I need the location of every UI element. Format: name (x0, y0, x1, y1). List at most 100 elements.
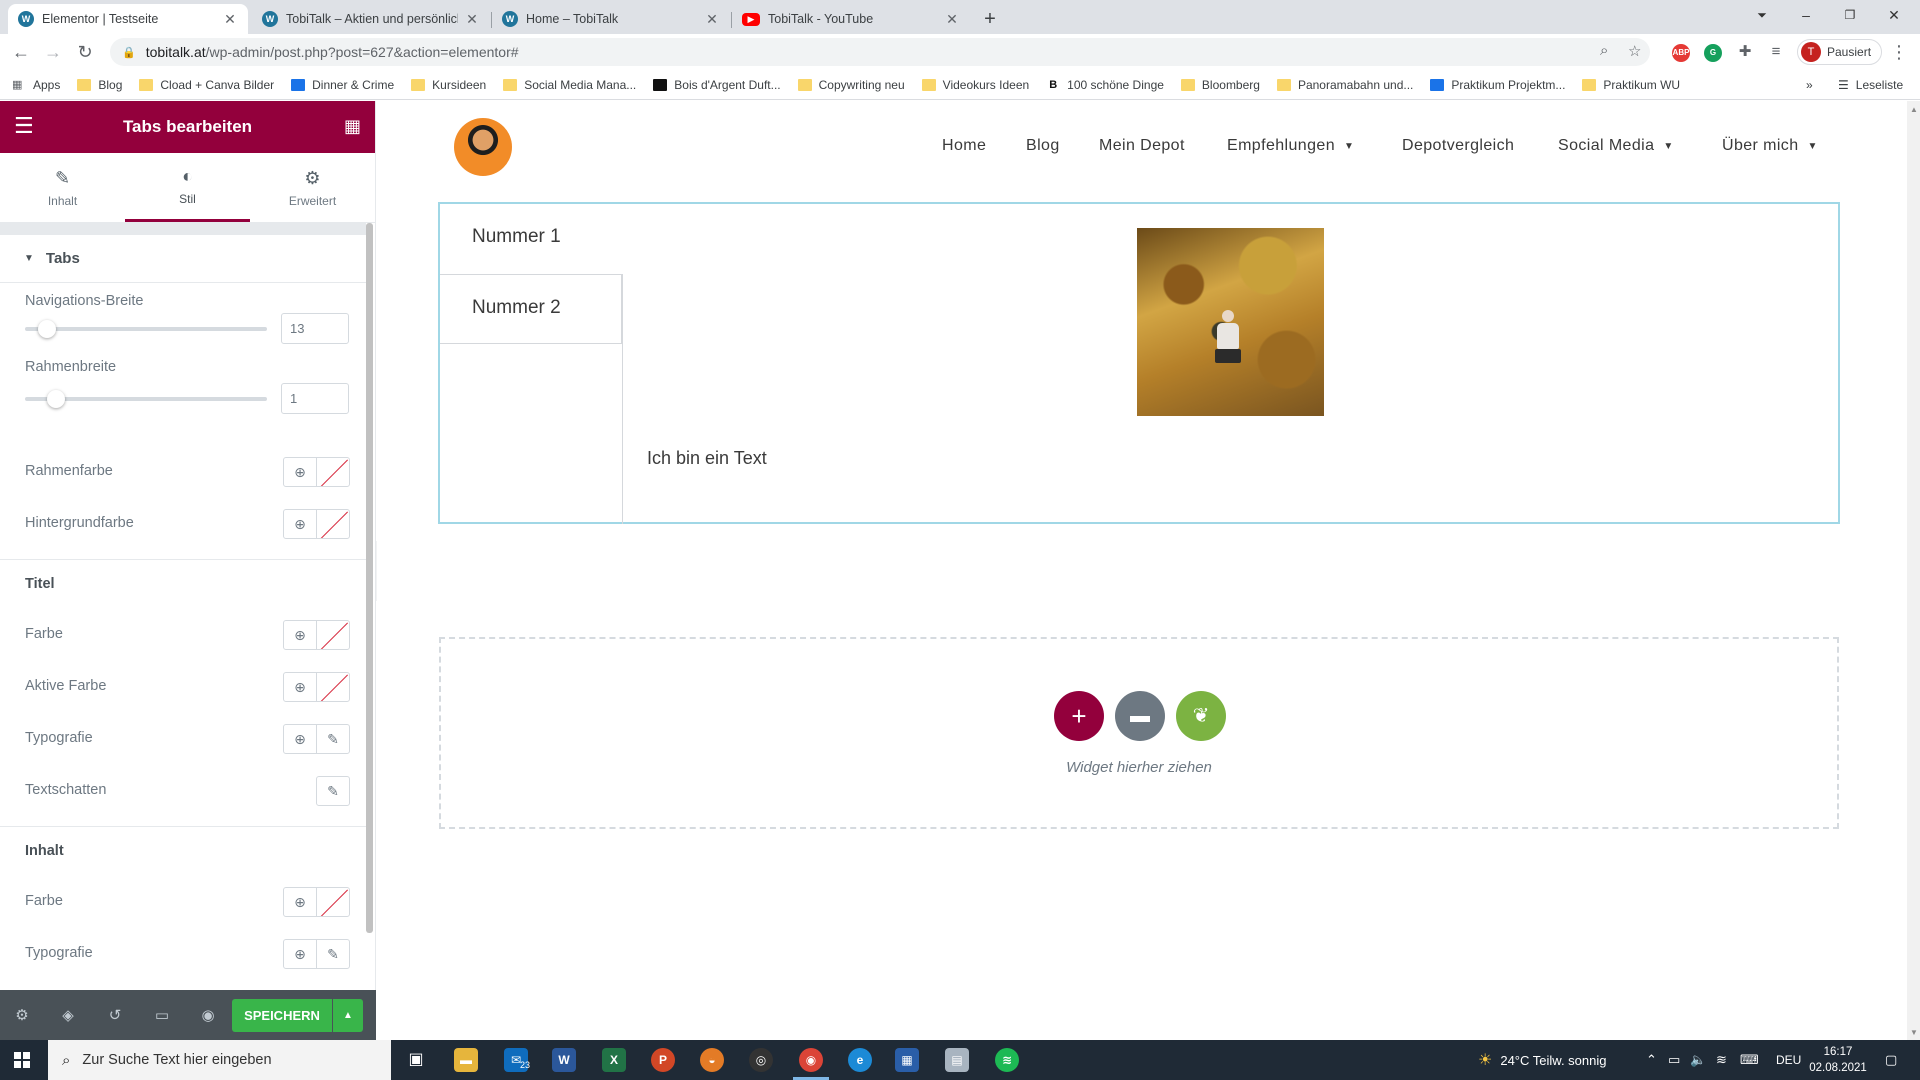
save-button[interactable]: SPEICHERN (232, 999, 332, 1032)
bookmark-praktikum-wu[interactable]: Praktikum WU (1582, 78, 1680, 92)
profile-button[interactable]: T Pausiert (1797, 39, 1883, 65)
new-tab-button[interactable]: + (976, 6, 1004, 34)
border-width-slider[interactable] (25, 390, 267, 408)
zoom-icon[interactable]: ⌕ (1600, 42, 1608, 59)
globe-icon[interactable]: ⊕ (283, 672, 317, 702)
panel-scrollbar[interactable] (366, 223, 373, 933)
edge-icon[interactable]: e (848, 1048, 872, 1072)
bookmark-kursideen[interactable]: Kursideen (411, 78, 486, 92)
autumn-forest-image[interactable] (1137, 228, 1324, 416)
tab-inhalt[interactable]: ✎ Inhalt (0, 153, 125, 222)
add-section-plus-icon[interactable]: + (1054, 691, 1104, 741)
tab-erweitert[interactable]: ⚙ Erweitert (250, 153, 375, 222)
pencil-icon[interactable]: ✎ (316, 776, 350, 806)
spotify-icon[interactable]: ≋ (995, 1048, 1019, 1072)
border-color-picker[interactable] (316, 457, 350, 487)
meet-now-icon[interactable]: ▭ (1668, 1040, 1680, 1080)
tabs-widget[interactable]: Nummer 1 Nummer 2 Ich bin ein Text (438, 202, 1840, 524)
task-view-icon[interactable]: ▣ (404, 1048, 428, 1072)
reload-button[interactable]: ↻ (72, 40, 98, 66)
settings-gear-icon[interactable]: ⚙ (12, 1006, 32, 1024)
network-icon[interactable]: ≋ (1716, 1040, 1727, 1080)
excel-icon[interactable]: X (602, 1048, 626, 1072)
nav-mein-depot[interactable]: Mein Depot (1099, 135, 1185, 157)
bookmark-cload-canva[interactable]: Cload + Canva Bilder (139, 78, 274, 92)
notepad-icon[interactable]: ▤ (945, 1048, 969, 1072)
navigator-layers-icon[interactable]: ◈ (58, 1006, 78, 1024)
title-active-color-picker[interactable] (316, 672, 350, 702)
chrome-icon[interactable]: ◉ (799, 1048, 823, 1072)
tab-title-nummer-2[interactable]: Nummer 2 (440, 274, 622, 344)
slider-handle[interactable] (47, 390, 65, 408)
globe-icon[interactable]: ⊕ (283, 509, 317, 539)
file-explorer-icon[interactable]: ▬ (454, 1048, 478, 1072)
tray-expand-icon[interactable]: ⌃ (1646, 1040, 1657, 1080)
forward-button[interactable]: → (40, 40, 66, 66)
bookmark-panoramabahn[interactable]: Panoramabahn und... (1276, 78, 1413, 92)
taskbar-search[interactable]: ⌕ Zur Suche Text hier eingeben (48, 1040, 391, 1080)
extensions-puzzle-icon[interactable]: ✚ (1732, 40, 1758, 66)
nav-width-input[interactable]: 13 (281, 313, 349, 344)
browser-tab-elementor[interactable]: W Elementor | Testseite ✕ (8, 4, 248, 34)
history-icon[interactable]: ↺ (105, 1006, 125, 1024)
widgets-grid-icon[interactable]: ▦ (344, 116, 361, 137)
close-icon[interactable]: ✕ (944, 11, 960, 28)
window-close-button[interactable]: ✕ (1872, 0, 1916, 32)
address-bar[interactable]: 🔒 tobitalk.at /wp-admin/post.php?post=62… (110, 38, 1650, 66)
reading-list-button[interactable]: ☰ Leseliste (1838, 70, 1903, 100)
obs-icon[interactable]: ◎ (749, 1048, 773, 1072)
language-indicator[interactable]: DEU (1776, 1040, 1801, 1080)
tab-search-icon[interactable]: ⏷ (1740, 0, 1784, 32)
notifications-icon[interactable]: ▢ (1885, 1040, 1897, 1080)
widget-drop-zone[interactable]: + ▬ ❦ Widget hierher ziehen (439, 637, 1839, 829)
bookmark-100-dinge[interactable]: B 100 schöne Dinge (1046, 78, 1164, 92)
globe-icon[interactable]: ⊕ (283, 887, 317, 917)
tab-content-text[interactable]: Ich bin ein Text (647, 448, 767, 469)
slider-handle[interactable] (38, 320, 56, 338)
bookmark-bois-argent[interactable]: Bois d'Argent Duft... (653, 78, 781, 92)
browser-tab-youtube[interactable]: ▶ TobiTalk - YouTube ✕ (732, 4, 970, 34)
bookmark-apps[interactable]: ▦ Apps (12, 78, 60, 92)
scroll-down-arrow-icon[interactable]: ▼ (1910, 1028, 1918, 1037)
app-icon[interactable]: ◒ (700, 1048, 724, 1072)
envato-kit-leaf-icon[interactable]: ❦ (1176, 691, 1226, 741)
grammarly-extension-icon[interactable]: G (1704, 44, 1722, 62)
bookmark-copywriting[interactable]: Copywriting neu (797, 78, 905, 92)
globe-icon[interactable]: ⊕ (283, 939, 317, 969)
back-button[interactable]: ← (8, 40, 34, 66)
nav-depotvergleich[interactable]: Depotvergleich (1402, 135, 1514, 157)
page-scrollbar[interactable]: ▲ ▼ (1907, 101, 1920, 1041)
volume-icon[interactable]: 🔈 (1690, 1040, 1706, 1080)
adblock-extension-icon[interactable]: ABP (1672, 44, 1690, 62)
restore-button[interactable]: ❐ (1828, 0, 1872, 32)
browser-tab-home-tobitalk[interactable]: W Home – TobiTalk ✕ (492, 4, 730, 34)
hamburger-menu-icon[interactable]: ☰ (14, 115, 34, 137)
bookmark-social-media[interactable]: Social Media Mana... (503, 78, 636, 92)
bookmark-star-icon[interactable]: ☆ (1628, 42, 1641, 60)
nav-empfehlungen[interactable]: Empfehlungen ▼ (1227, 135, 1354, 157)
site-logo[interactable] (454, 118, 512, 176)
pencil-icon[interactable]: ✎ (316, 724, 350, 754)
close-icon[interactable]: ✕ (704, 11, 720, 28)
word-icon[interactable]: W (552, 1048, 576, 1072)
save-options-caret-icon[interactable]: ▲ (333, 999, 363, 1032)
background-color-picker[interactable] (316, 509, 350, 539)
nav-home[interactable]: Home (942, 135, 986, 157)
weather-widget[interactable]: ☀ 24°C Teilw. sonnig (1478, 1040, 1606, 1080)
nav-ueber-mich[interactable]: Über mich ▼ (1722, 135, 1818, 157)
browser-tab-tobitalk-aktien[interactable]: W TobiTalk – Aktien und persönliche ✕ (252, 4, 490, 34)
browser-menu-icon[interactable]: ⋮ (1886, 40, 1912, 66)
content-color-picker[interactable] (316, 887, 350, 917)
powerpoint-icon[interactable]: P (651, 1048, 675, 1072)
nav-width-slider[interactable] (25, 320, 267, 338)
responsive-mode-icon[interactable]: ▭ (152, 1006, 172, 1024)
bookmark-blog[interactable]: Blog (77, 78, 122, 92)
minimize-button[interactable]: – (1784, 0, 1828, 32)
close-icon[interactable]: ✕ (222, 11, 238, 28)
template-library-folder-icon[interactable]: ▬ (1115, 691, 1165, 741)
title-color-picker[interactable] (316, 620, 350, 650)
more-bookmarks-button[interactable]: » (1806, 70, 1813, 100)
scroll-up-arrow-icon[interactable]: ▲ (1910, 105, 1918, 114)
nav-blog[interactable]: Blog (1026, 135, 1060, 157)
windows-start-icon[interactable] (14, 1052, 30, 1068)
